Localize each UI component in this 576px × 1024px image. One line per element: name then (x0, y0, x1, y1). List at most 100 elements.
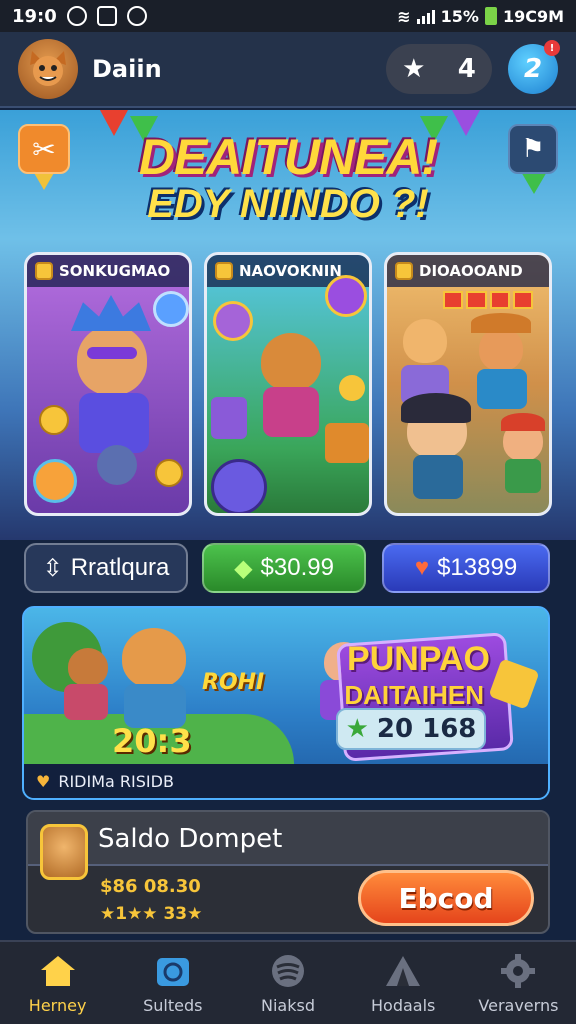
character-body (477, 369, 527, 409)
goggles-icon (87, 347, 137, 359)
character-card[interactable]: DIOAOOAND (384, 252, 552, 516)
nav-label: Herney (28, 995, 87, 1015)
orb-icon (153, 291, 189, 327)
character-card[interactable]: NAOVOKNIN (204, 252, 372, 516)
level-number: 2 (523, 54, 543, 84)
heart-icon: ♥ (414, 554, 430, 581)
camera-icon (153, 952, 193, 990)
helmet-icon (401, 393, 471, 423)
heart-icon: ♥ (36, 771, 51, 791)
price-button-label: $13899 (437, 554, 518, 581)
pill-value: 4 (457, 54, 476, 84)
price-button-blue[interactable]: ♥ $13899 (382, 543, 550, 593)
coin-icon (395, 262, 413, 280)
status-clock: 19C9M (502, 6, 564, 26)
hero-banner: ✂ ⚑ DEAITUNEA! EDY NIINDO ?! SONKUGMAO N… (0, 110, 576, 540)
nav-item-sulteds[interactable]: Sulteds (115, 942, 230, 1024)
disc-icon (268, 952, 308, 990)
promo-footer: ♥ RIDIMa RISIDB (24, 764, 548, 798)
nav-item-veraverns[interactable]: Veraverns (461, 942, 576, 1024)
sync-icon (66, 6, 87, 26)
tent-icon (383, 952, 423, 990)
nav-label: Niaksd (261, 995, 315, 1015)
helmet-icon (71, 295, 151, 331)
price-button-green[interactable]: ◆ $30.99 (202, 543, 366, 593)
price-button-rratlqura[interactable]: ⇳ Rratlqura (24, 543, 188, 593)
character-body (263, 387, 319, 437)
gem-icon: ◆ (234, 554, 253, 582)
battery-percent: 15% (440, 6, 479, 26)
treasure-icon (325, 423, 369, 463)
character-head (261, 333, 321, 391)
orb-icon (33, 459, 77, 503)
wallet-avatar (40, 824, 88, 880)
wallet-amount: $86 08.30 (100, 876, 201, 897)
wallet-stars: ★1★★ 33★ (100, 904, 203, 924)
status-time: 19:0 (12, 5, 57, 27)
price-button-label: Rratlqura (70, 554, 170, 581)
star-icon: ★ (402, 54, 426, 84)
hero-subtitle: EDY NIINDO ?! (147, 182, 429, 226)
wifi-icon: ≋ (397, 6, 411, 26)
nav-item-home[interactable]: Herney (0, 942, 115, 1024)
hat-icon (471, 313, 531, 333)
coin-icon (215, 262, 233, 280)
status-bar: 19:0 ≋ 15% 19C9M (0, 0, 576, 32)
card-label: SONKUGMAO (59, 262, 171, 280)
notification-dot: ! (544, 40, 560, 56)
orb-icon (213, 301, 253, 341)
header-stats-pill[interactable]: ★ 4 (386, 44, 492, 94)
promo-score: 20:3 (112, 722, 192, 760)
character-body (413, 455, 463, 499)
robot-icon (211, 397, 247, 439)
hero-title: DEAITUNEA! (138, 129, 438, 185)
character-head (403, 319, 447, 363)
cap-icon (501, 413, 545, 431)
battery-icon (484, 7, 497, 25)
fox-icon (30, 51, 66, 86)
coin-icon (155, 459, 183, 487)
player-avatar[interactable] (18, 39, 78, 99)
promo-stat: ★ 20 168 (336, 708, 486, 750)
bottom-nav: Herney Sulteds Niaksd Hodaals Veraverns (0, 940, 576, 1024)
promo-footer-text: RIDIMa RISIDB (58, 771, 174, 791)
nav-item-niaksd[interactable]: Niaksd (230, 942, 345, 1024)
reward-strip (443, 291, 533, 309)
promo-banner[interactable]: ROHI 20:3 PUNPAO DAITAIHEN ★ 20 168 ♥ RI… (22, 606, 550, 800)
wallet-title: Saldo Dompet (98, 824, 283, 854)
character-body (79, 393, 149, 453)
nav-label: Veraverns (478, 995, 559, 1015)
coin-icon (39, 405, 69, 435)
character-head (77, 325, 147, 395)
nav-label: Sulteds (143, 995, 203, 1015)
wallet-panel: Saldo Dompet $86 08.30 ★1★★ 33★ Ebcod (26, 810, 550, 934)
character-card[interactable]: SONKUGMAO (24, 252, 192, 516)
card-label: DIOAOOAND (419, 262, 523, 280)
minion-icon (97, 445, 137, 485)
home-icon (38, 952, 78, 990)
nav-item-hodaals[interactable]: Hodaals (346, 942, 461, 1024)
signal-icon (416, 8, 435, 24)
nav-label: Hodaals (371, 995, 436, 1015)
notification-icon (96, 6, 117, 26)
coin-icon (339, 375, 365, 401)
character-body (505, 459, 541, 493)
card-label: NAOVOKNIN (239, 262, 342, 280)
orb-icon (325, 275, 367, 317)
coin-icon (35, 262, 53, 280)
claim-button[interactable]: Ebcod (358, 870, 534, 926)
player-name: Daiin (92, 55, 162, 83)
gear-icon (498, 952, 538, 990)
app-icon (126, 6, 147, 26)
character-head (68, 648, 108, 686)
filter-icon: ⇳ (42, 554, 63, 582)
character-head (122, 628, 186, 688)
top-header: Daiin ★ 4 2 ! (0, 32, 576, 108)
promo-title: PUNPAO (347, 640, 490, 678)
level-badge[interactable]: 2 ! (508, 40, 560, 94)
character-body (64, 684, 108, 720)
price-button-label: $30.99 (260, 554, 334, 581)
star-icon: ★ (345, 714, 369, 744)
character-head (479, 327, 523, 371)
promo-subtitle: DAITAIHEN (344, 680, 484, 710)
